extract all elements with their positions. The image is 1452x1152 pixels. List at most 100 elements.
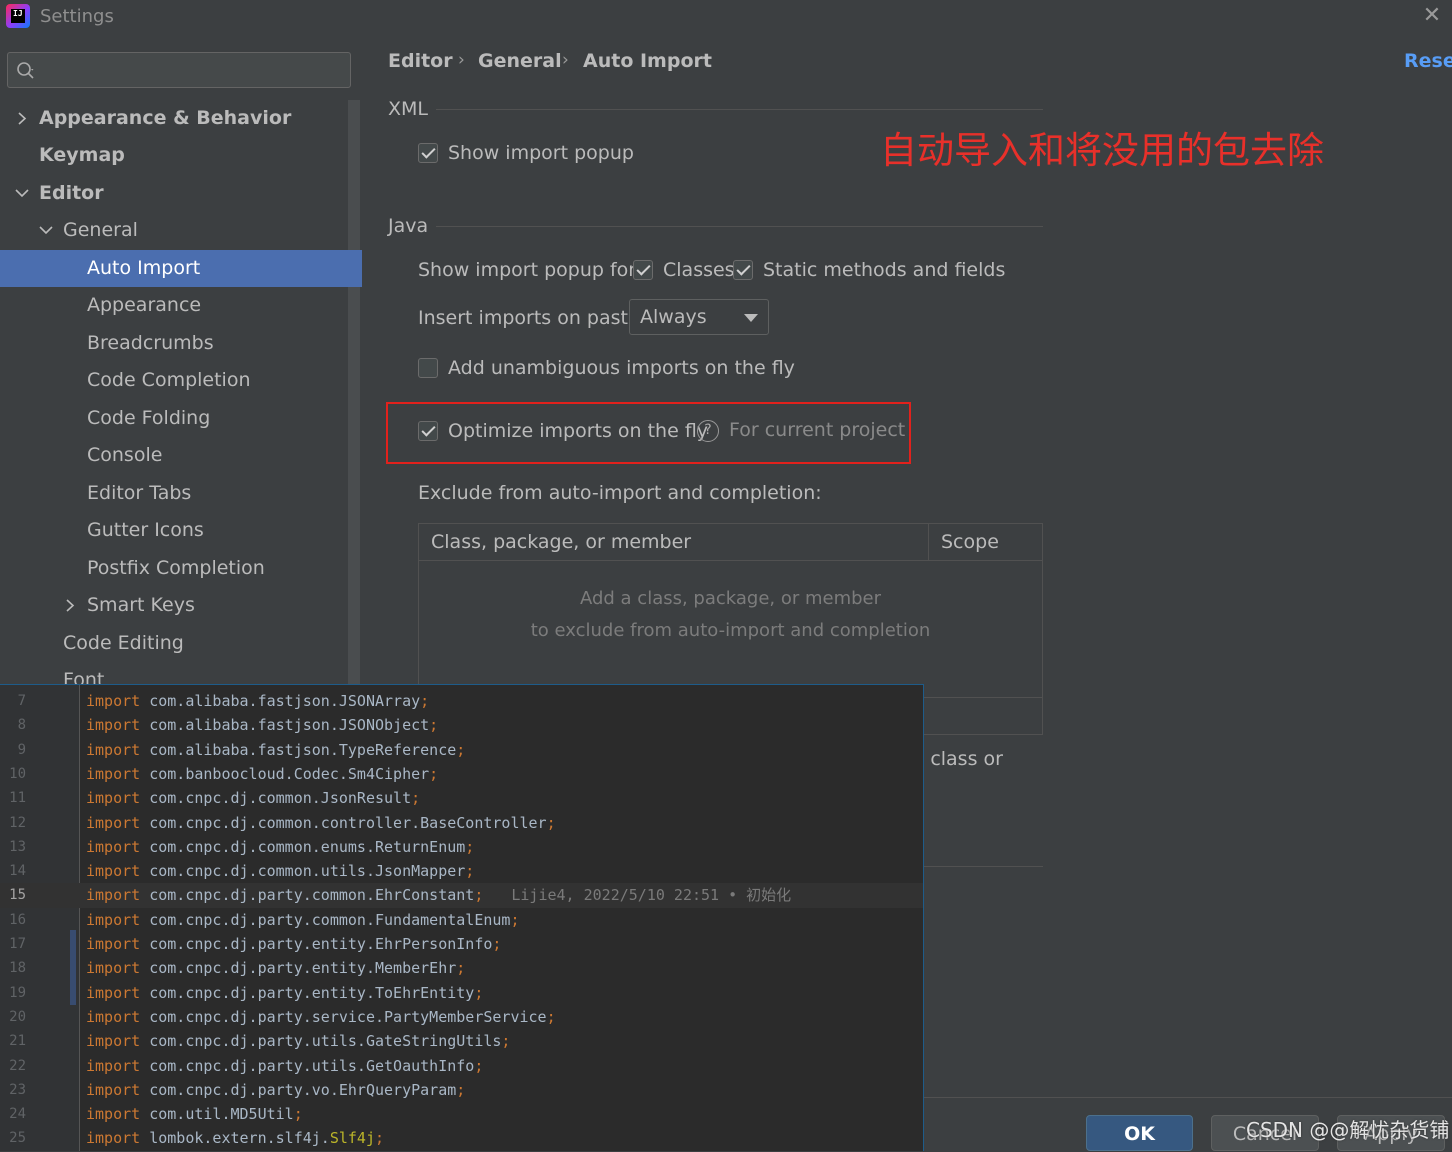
code-line[interactable]: 10 import com.banboocloud.Codec.Sm4Cipher…	[0, 762, 923, 786]
line-number: 20	[9, 1008, 26, 1025]
sidebar-item-auto-import[interactable]: Auto Import	[0, 250, 362, 287]
sidebar-item-general[interactable]: General	[0, 212, 348, 249]
code-line[interactable]: 11 import com.cnpc.dj.common.JsonResult;	[0, 786, 923, 810]
optimize-imports-checkbox[interactable]	[418, 421, 438, 441]
code-line[interactable]: 7 import com.alibaba.fastjson.JSONArray;	[0, 689, 923, 713]
breadcrumb-editor[interactable]: Editor	[388, 50, 453, 72]
show-import-popup-label: Show import popup	[448, 142, 634, 164]
code-source: import com.util.MD5Util;	[86, 1102, 303, 1126]
line-number: 7	[17, 693, 26, 709]
code-line[interactable]: 16 import com.cnpc.dj.party.common.Fundam…	[0, 908, 923, 932]
breadcrumb-general[interactable]: General	[478, 50, 562, 72]
import-keyword: import	[86, 959, 141, 978]
import-path: com.cnpc.dj.party.entity.ToEhrEntity	[140, 983, 475, 1002]
sidebar-item-code-editing[interactable]: Code Editing	[0, 625, 348, 662]
code-line[interactable]: 9 import com.alibaba.fastjson.TypeReferen…	[0, 738, 923, 762]
help-icon[interactable]: ?	[697, 420, 719, 442]
code-source: import com.alibaba.fastjson.JSONObject;	[86, 713, 438, 737]
sidebar-item-smart-keys[interactable]: Smart Keys	[0, 587, 348, 624]
sidebar-item-appearance-behavior[interactable]: Appearance & Behavior	[0, 100, 348, 137]
semicolon: ;	[429, 764, 439, 783]
import-keyword: import	[86, 983, 141, 1002]
sidebar-item-postfix-completion[interactable]: Postfix Completion	[0, 550, 348, 587]
sidebar-item-code-folding[interactable]: Code Folding	[0, 400, 348, 437]
table-header-scope[interactable]: Scope	[929, 524, 1042, 561]
search-input[interactable]	[7, 52, 351, 88]
semicolon: ;	[411, 789, 421, 808]
import-path: com.cnpc.dj.party.utils.GetOauthInfo	[140, 1056, 475, 1075]
code-line[interactable]: 24 import com.util.MD5Util;	[0, 1102, 923, 1126]
code-line[interactable]: 12 import com.cnpc.dj.common.controller.B…	[0, 811, 923, 835]
reset-link[interactable]: Reset	[1404, 50, 1452, 72]
semicolon: ;	[465, 862, 475, 881]
semicolon: ;	[456, 959, 466, 978]
import-path: com.alibaba.fastjson.JSONArray	[140, 692, 421, 710]
import-path: com.cnpc.dj.party.vo.EhrQueryParam	[140, 1080, 457, 1099]
code-source: import com.cnpc.dj.party.entity.MemberEh…	[86, 956, 465, 980]
static-methods-checkbox[interactable]	[733, 260, 753, 280]
sidebar-item-code-completion[interactable]: Code Completion	[0, 362, 348, 399]
static-methods-label: Static methods and fields	[763, 259, 1006, 281]
import-path: com.cnpc.dj.party.entity.MemberEhr	[140, 959, 457, 978]
code-line[interactable]: 21 import com.cnpc.dj.party.utils.GateStr…	[0, 1029, 923, 1053]
import-keyword: import	[86, 789, 141, 808]
import-keyword: import	[86, 740, 141, 759]
section-divider	[436, 226, 1043, 227]
code-source: import com.cnpc.dj.common.utils.JsonMapp…	[86, 859, 474, 883]
search-icon	[17, 62, 34, 79]
section-xml-title: XML	[388, 98, 428, 120]
code-line[interactable]: 22 import com.cnpc.dj.party.utils.GetOaut…	[0, 1054, 923, 1078]
code-line[interactable]: 20 import com.cnpc.dj.party.service.Party…	[0, 1005, 923, 1029]
ok-button[interactable]: OK	[1086, 1115, 1193, 1151]
settings-window: IJ Settings ✕ Appearance & Behavior Keym…	[0, 0, 1452, 1151]
chevron-right-icon	[66, 599, 75, 612]
code-editor-overlay[interactable]: 7 import com.alibaba.fastjson.JSONArray; 8…	[0, 684, 924, 1151]
watermark: CSDN @@解忧杂货铺	[1246, 1118, 1450, 1142]
code-source: import com.cnpc.dj.party.utils.GateStrin…	[86, 1029, 510, 1053]
unambiguous-imports-checkbox[interactable]	[418, 358, 438, 378]
code-line[interactable]: 14 import com.cnpc.dj.common.utils.JsonMa…	[0, 859, 923, 883]
line-number: 10	[9, 765, 26, 782]
code-source: import com.cnpc.dj.party.common.Fundamen…	[86, 908, 519, 932]
line-number: 15	[9, 887, 26, 904]
sidebar-item-console[interactable]: Console	[0, 437, 348, 474]
exclude-label: Exclude from auto-import and completion:	[418, 482, 822, 504]
close-icon[interactable]: ✕	[1420, 4, 1444, 28]
sidebar-item-breadcrumbs[interactable]: Breadcrumbs	[0, 325, 348, 362]
code-source: import com.cnpc.dj.common.enums.ReturnEn…	[86, 835, 474, 859]
classes-checkbox[interactable]	[633, 260, 653, 280]
code-source: import com.cnpc.dj.common.controller.Bas…	[86, 811, 556, 835]
sidebar-item-gutter-icons[interactable]: Gutter Icons	[0, 512, 348, 549]
code-line[interactable]: 17 import com.cnpc.dj.party.entity.EhrPer…	[0, 932, 923, 956]
code-line[interactable]: 19 import com.cnpc.dj.party.entity.ToEhrE…	[0, 981, 923, 1005]
code-line[interactable]: 15 import com.cnpc.dj.party.common.EhrCon…	[0, 883, 923, 908]
sidebar-item-editor[interactable]: Editor	[0, 175, 348, 212]
section-java-title: Java	[388, 215, 429, 237]
code-line[interactable]: 8 import com.alibaba.fastjson.JSONObject;	[0, 713, 923, 737]
import-path: com.cnpc.dj.common.JsonResult	[140, 789, 412, 808]
paste-select[interactable]: Always	[629, 299, 769, 335]
show-import-popup-checkbox[interactable]	[418, 143, 438, 163]
code-source: import lombok.extern.slf4j.Slf4j;	[86, 1126, 384, 1150]
code-line[interactable]: 25 import lombok.extern.slf4j.Slf4j;	[0, 1126, 923, 1150]
semicolon: ;	[465, 837, 475, 856]
code-line[interactable]: 13 import com.cnpc.dj.common.enums.Return…	[0, 835, 923, 859]
line-number: 9	[17, 741, 26, 758]
chevron-down-icon	[39, 226, 53, 235]
import-keyword: import	[86, 862, 141, 881]
unambiguous-imports-label: Add unambiguous imports on the fly	[448, 357, 795, 379]
import-keyword: import	[86, 1007, 141, 1026]
sidebar-scrollbar[interactable]	[348, 100, 360, 700]
breadcrumb-auto-import: Auto Import	[583, 50, 712, 72]
import-path: com.alibaba.fastjson.JSONObject	[140, 716, 430, 735]
code-line[interactable]: 23 import com.cnpc.dj.party.vo.EhrQueryPa…	[0, 1078, 923, 1102]
table-empty-text: Add a class, package, or member	[579, 588, 882, 609]
sidebar-item-keymap[interactable]: Keymap	[0, 137, 348, 174]
code-line[interactable]: 18 import com.cnpc.dj.party.entity.Member…	[0, 956, 923, 980]
import-path: com.cnpc.dj.party.common.FundamentalEnum	[140, 910, 511, 929]
sidebar-item-editor-tabs[interactable]: Editor Tabs	[0, 475, 348, 512]
sidebar-item-appearance[interactable]: Appearance	[0, 287, 348, 324]
import-keyword: import	[86, 935, 141, 953]
table-header-class[interactable]: Class, package, or member	[419, 524, 929, 561]
semicolon: ;	[510, 910, 520, 929]
